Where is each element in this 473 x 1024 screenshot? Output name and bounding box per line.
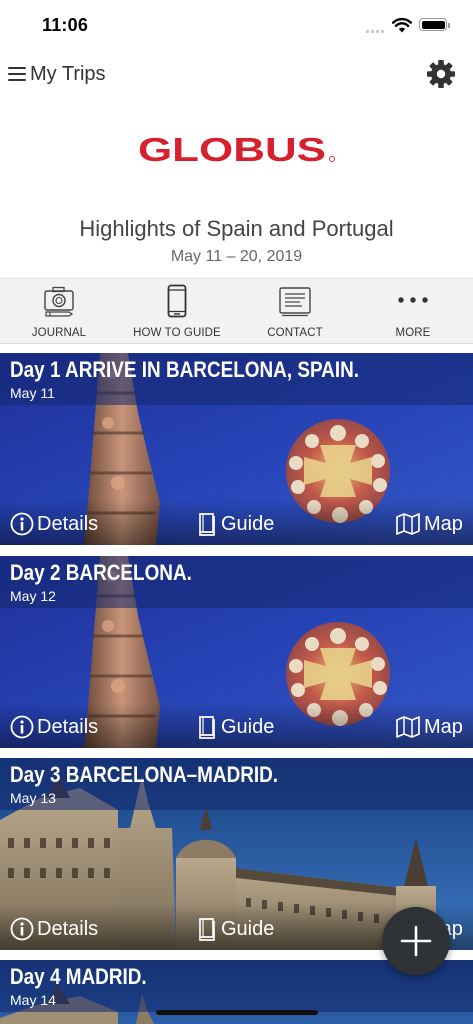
guide-button[interactable]: Guide — [196, 916, 274, 942]
day-date: May 12 — [10, 588, 56, 604]
day-date: May 13 — [10, 790, 56, 806]
map-icon — [396, 513, 420, 535]
journal-label: JOURNAL — [31, 327, 87, 339]
phone-icon — [167, 284, 187, 318]
globus-logo: GLOBUS — [138, 134, 336, 164]
day-title: Day 2 BARCELONA. — [10, 560, 192, 585]
journal-button[interactable]: JOURNAL — [0, 279, 118, 345]
nav-bar: My Trips — [0, 56, 473, 94]
status-bar: 11:06 — [0, 0, 473, 50]
trip-dates: May 11 – 20, 2019 — [170, 248, 303, 265]
details-button[interactable]: Details — [10, 714, 98, 740]
cellular-signal-icon — [366, 27, 386, 33]
day-title: Day 1 ARRIVE IN BARCELONA, SPAIN. — [10, 357, 360, 382]
guide-button[interactable]: Guide — [196, 714, 274, 740]
guide-button[interactable]: Guide — [196, 511, 274, 537]
book-icon — [199, 716, 215, 739]
day-date: May 11 — [10, 385, 55, 401]
status-time: 11:06 — [42, 15, 89, 35]
day-header: Day 2 BARCELONA. May 12 — [0, 556, 473, 608]
day-header: Day 3 BARCELONA–MADRID. May 13 — [0, 758, 473, 810]
details-label: Details — [37, 917, 99, 940]
details-button[interactable]: Details — [10, 511, 98, 537]
settings-gear-icon[interactable] — [426, 59, 456, 89]
logo-wordmark: GLOBUS — [138, 134, 326, 164]
home-indicator[interactable] — [156, 1010, 318, 1015]
book-icon — [199, 513, 215, 536]
day-card-1[interactable]: Day 1 ARRIVE IN BARCELONA, SPAIN. May 11… — [0, 353, 473, 545]
guide-label: Guide — [221, 512, 275, 535]
details-label: Details — [37, 715, 99, 738]
day-title: Day 3 BARCELONA–MADRID. — [10, 762, 279, 787]
battery-icon — [419, 18, 450, 31]
book-icon — [199, 918, 215, 941]
contact-card-icon — [279, 287, 311, 317]
wifi-icon — [392, 17, 412, 33]
info-icon — [10, 512, 34, 536]
nav-title: My Trips — [30, 62, 106, 85]
more-button[interactable]: MORE — [354, 279, 472, 345]
guide-label: Guide — [221, 917, 275, 940]
map-button[interactable]: Map — [395, 511, 463, 537]
guide-label: Guide — [221, 715, 275, 738]
more-dots-icon — [398, 297, 428, 303]
how-to-guide-label: HOW TO GUIDE — [133, 327, 221, 339]
details-label: Details — [37, 512, 99, 535]
map-label: Map — [424, 715, 463, 738]
map-button[interactable]: Map — [395, 714, 463, 740]
day-footer: Details Guide Map — [0, 499, 473, 545]
info-icon — [10, 917, 34, 941]
trip-title: Highlights of Spain and Portugal — [79, 216, 394, 241]
info-icon — [10, 715, 34, 739]
camera-icon — [44, 286, 74, 317]
day-header: Day 1 ARRIVE IN BARCELONA, SPAIN. May 11 — [0, 353, 473, 405]
my-trips-menu-button[interactable]: My Trips — [8, 56, 106, 92]
hamburger-menu-icon — [8, 67, 26, 81]
day-date: May 14 — [10, 992, 56, 1008]
plus-icon — [400, 925, 432, 957]
details-button[interactable]: Details — [10, 916, 98, 942]
day-title: Day 4 MADRID. — [10, 964, 147, 989]
trip-toolbar: JOURNAL HOW TO GUIDE CONTACT MORE — [0, 278, 473, 344]
contact-label: CONTACT — [267, 327, 323, 339]
map-label: Map — [424, 512, 463, 535]
more-label: MORE — [395, 327, 431, 339]
add-fab-button[interactable] — [382, 907, 450, 975]
map-icon — [396, 716, 420, 738]
day-footer: Details Guide Map — [0, 702, 473, 748]
day-card-2[interactable]: Day 2 BARCELONA. May 12 Details Guide Ma… — [0, 556, 473, 748]
contact-button[interactable]: CONTACT — [236, 279, 354, 345]
how-to-guide-button[interactable]: HOW TO GUIDE — [118, 279, 236, 345]
